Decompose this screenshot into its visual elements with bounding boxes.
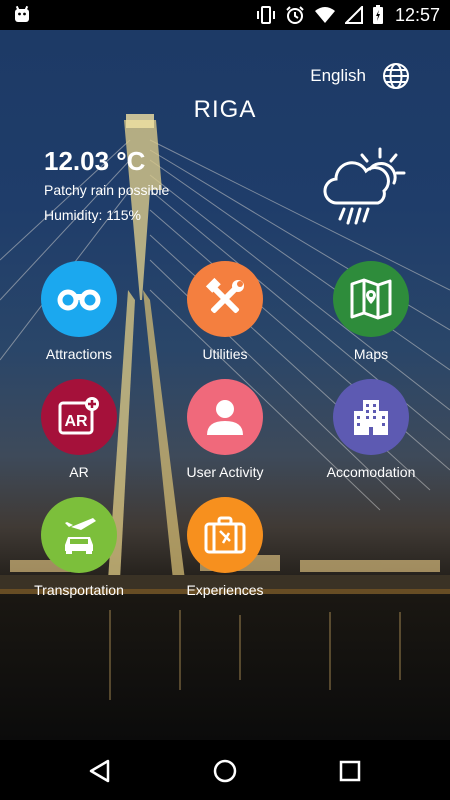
ar-icon: AR — [58, 397, 99, 435]
map-icon — [350, 278, 392, 320]
ar-circle[interactable]: AR — [41, 379, 117, 455]
language-selector[interactable]: English — [310, 62, 410, 90]
experiences-circle[interactable] — [187, 497, 263, 573]
maps-circle[interactable] — [333, 261, 409, 337]
binoculars-icon — [57, 289, 101, 311]
transportation-circle[interactable] — [41, 497, 117, 573]
back-icon[interactable] — [87, 758, 113, 784]
svg-text:AR: AR — [64, 413, 88, 430]
status-bar: 12:57 — [0, 0, 450, 30]
clock: 12:57 — [394, 4, 440, 25]
android-icon — [15, 5, 29, 22]
home-icon[interactable] — [212, 758, 238, 784]
wifi-icon — [314, 7, 335, 23]
attractions-circle[interactable] — [41, 261, 117, 337]
weather-condition: Patchy rain possible — [44, 182, 170, 198]
suitcase-icon — [204, 516, 246, 554]
humidity: Humidity: 115% — [44, 207, 142, 223]
tile-attractions[interactable]: Attractions — [9, 261, 149, 362]
globe-icon[interactable] — [382, 62, 410, 90]
transportation-label: Transportation — [34, 582, 124, 598]
tools-icon — [205, 277, 244, 314]
city-title: RIGA — [193, 96, 257, 123]
attractions-label: Attractions — [45, 346, 113, 362]
utilities-label: Utilities — [202, 346, 248, 362]
alarm-icon — [286, 6, 304, 24]
utilities-circle[interactable] — [187, 261, 263, 337]
rain-cloud-sun-icon — [323, 147, 406, 225]
signal-icon — [344, 6, 363, 24]
user-icon — [207, 400, 243, 435]
recents-icon[interactable] — [337, 758, 363, 784]
tile-utilities[interactable]: Utilities — [155, 261, 295, 362]
accomodation-label: Accomodation — [326, 464, 416, 480]
temperature: 12.03 °C — [44, 146, 146, 176]
tile-ar[interactable]: AR AR — [9, 379, 149, 480]
ar-label: AR — [69, 464, 89, 480]
experiences-label: Experiences — [186, 582, 264, 598]
tile-maps[interactable]: Maps — [301, 261, 441, 362]
maps-label: Maps — [353, 346, 389, 362]
user-activity-label: User Activity — [186, 464, 264, 480]
user-activity-circle[interactable] — [187, 379, 263, 455]
transport-icon — [65, 518, 96, 554]
battery-icon — [372, 5, 383, 24]
tile-experiences[interactable]: Experiences — [155, 497, 295, 598]
building-icon — [354, 400, 388, 435]
tile-user-activity[interactable]: User Activity — [155, 379, 295, 480]
language-label: English — [310, 66, 366, 85]
navigation-bar — [0, 740, 450, 800]
tile-transportation[interactable]: Transportation — [9, 497, 149, 598]
accomodation-circle[interactable] — [333, 379, 409, 455]
vibrate-icon — [256, 6, 275, 24]
tile-accomodation[interactable]: Accomodation — [301, 379, 441, 480]
